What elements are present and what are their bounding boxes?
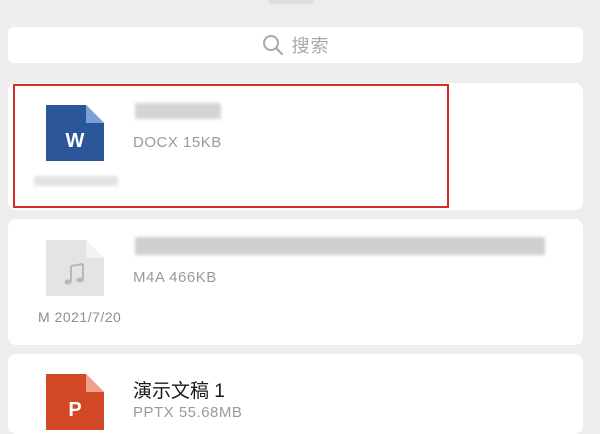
- file-footer-redacted: [34, 176, 118, 186]
- svg-text:W: W: [66, 130, 85, 152]
- search-bar[interactable]: 搜索: [8, 27, 583, 63]
- file-meta: M4A 466KB: [133, 269, 217, 286]
- search-icon: [262, 35, 283, 55]
- search-placeholder: 搜索: [291, 36, 330, 56]
- file-footer: M 2021/7/20: [38, 309, 122, 325]
- file-item-m4a[interactable]: M4A 466KB M 2021/7/20: [8, 219, 583, 345]
- word-doc-icon: W: [46, 105, 104, 161]
- svg-text:P: P: [68, 399, 81, 421]
- file-item-pptx[interactable]: P 演示文稿 1 PPTX 55.68MB: [8, 354, 583, 434]
- top-bar: [0, 0, 600, 18]
- file-name: 演示文稿 1: [133, 381, 225, 402]
- audio-file-icon: [46, 240, 104, 296]
- file-meta: PPTX 55.68MB: [133, 404, 243, 421]
- file-name-redacted: [135, 237, 545, 255]
- file-meta: DOCX 15KB: [133, 134, 222, 151]
- file-name-redacted: [135, 103, 221, 119]
- header-title-cutoff: [268, 0, 314, 4]
- powerpoint-icon: P: [46, 374, 104, 430]
- file-item-docx[interactable]: W DOCX 15KB: [8, 83, 583, 210]
